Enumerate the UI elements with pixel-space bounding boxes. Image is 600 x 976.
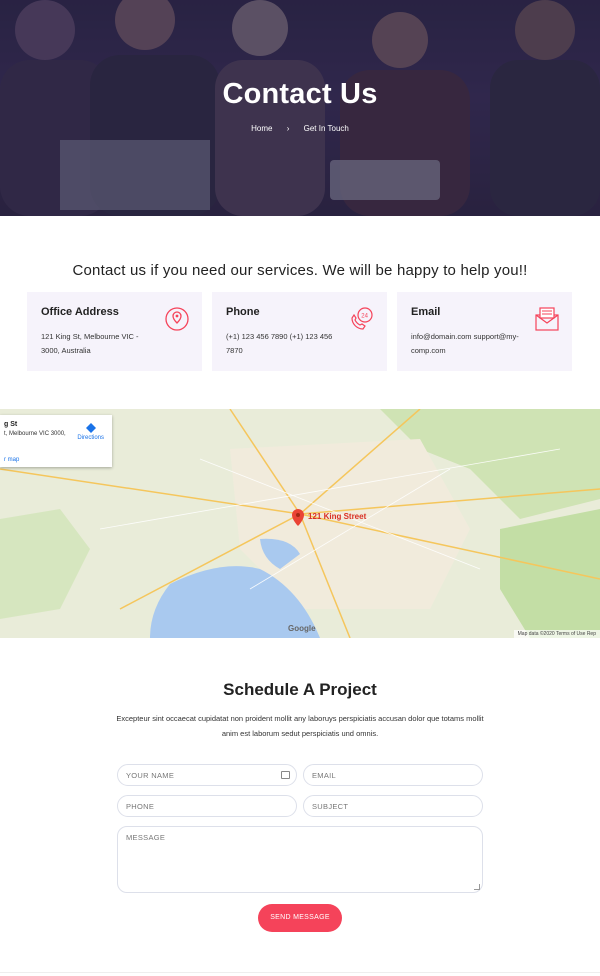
phone-placeholder: PHONE: [126, 802, 155, 811]
message-textarea[interactable]: MESSAGE: [117, 826, 483, 893]
schedule-title: Schedule A Project: [223, 680, 377, 699]
breadcrumb-home-link[interactable]: Home: [251, 124, 272, 133]
map-pin-label: 121 King Street: [308, 512, 367, 521]
location-icon: [165, 307, 189, 331]
svg-text:24: 24: [361, 314, 368, 320]
schedule-description: Excepteur sint occaecat cupidatat non pr…: [116, 714, 484, 738]
card-text: info@domain.com support@my-comp.com: [411, 332, 519, 355]
email-input[interactable]: EMAIL: [303, 764, 483, 786]
page-title: Contact Us: [222, 78, 378, 110]
breadcrumb: Home › Get In Touch: [0, 124, 600, 133]
subject-input[interactable]: SUBJECT: [303, 795, 483, 817]
office-address-card: Office Address 121 King St, Melbourne VI…: [27, 292, 202, 371]
card-text: 121 King St, Melbourne VIC - 3000, Austr…: [41, 332, 139, 355]
phone-24-icon: 24: [351, 307, 373, 330]
send-message-button[interactable]: SEND MESSAGE: [258, 904, 342, 932]
directions-button[interactable]: Directions: [77, 423, 104, 441]
autofill-icon[interactable]: [281, 771, 290, 779]
view-larger-map-link[interactable]: r map: [4, 457, 19, 463]
directions-icon: [85, 423, 96, 433]
subject-placeholder: SUBJECT: [312, 802, 349, 811]
name-placeholder: YOUR NAME: [126, 771, 175, 780]
hero-banner: Contact Us Home › Get In Touch: [0, 0, 600, 216]
phone-card: Phone (+1) 123 456 7890 (+1) 123 456 787…: [212, 292, 387, 371]
intro-heading: Contact us if you need our services. We …: [72, 262, 528, 279]
breadcrumb-current: Get In Touch: [303, 124, 349, 133]
google-logo: Google: [288, 624, 316, 633]
email-card: Email info@domain.com support@my-comp.co…: [397, 292, 572, 371]
card-text: (+1) 123 456 7890 (+1) 123 456 7870: [226, 332, 333, 355]
resize-handle[interactable]: [474, 884, 480, 890]
breadcrumb-separator: ›: [286, 124, 290, 133]
email-placeholder: EMAIL: [312, 771, 337, 780]
footer-divider: [0, 972, 600, 973]
envelope-icon: [535, 307, 559, 331]
phone-input[interactable]: PHONE: [117, 795, 297, 817]
google-map[interactable]: g St t, Melbourne VIC 3000, Directions r…: [0, 409, 600, 638]
message-placeholder: MESSAGE: [126, 833, 166, 842]
map-place-card: g St t, Melbourne VIC 3000, Directions r…: [0, 415, 112, 467]
directions-label: Directions: [77, 435, 104, 441]
name-input[interactable]: YOUR NAME: [117, 764, 297, 786]
map-credits[interactable]: Map data ©2020 Terms of Use Rep: [513, 630, 600, 638]
